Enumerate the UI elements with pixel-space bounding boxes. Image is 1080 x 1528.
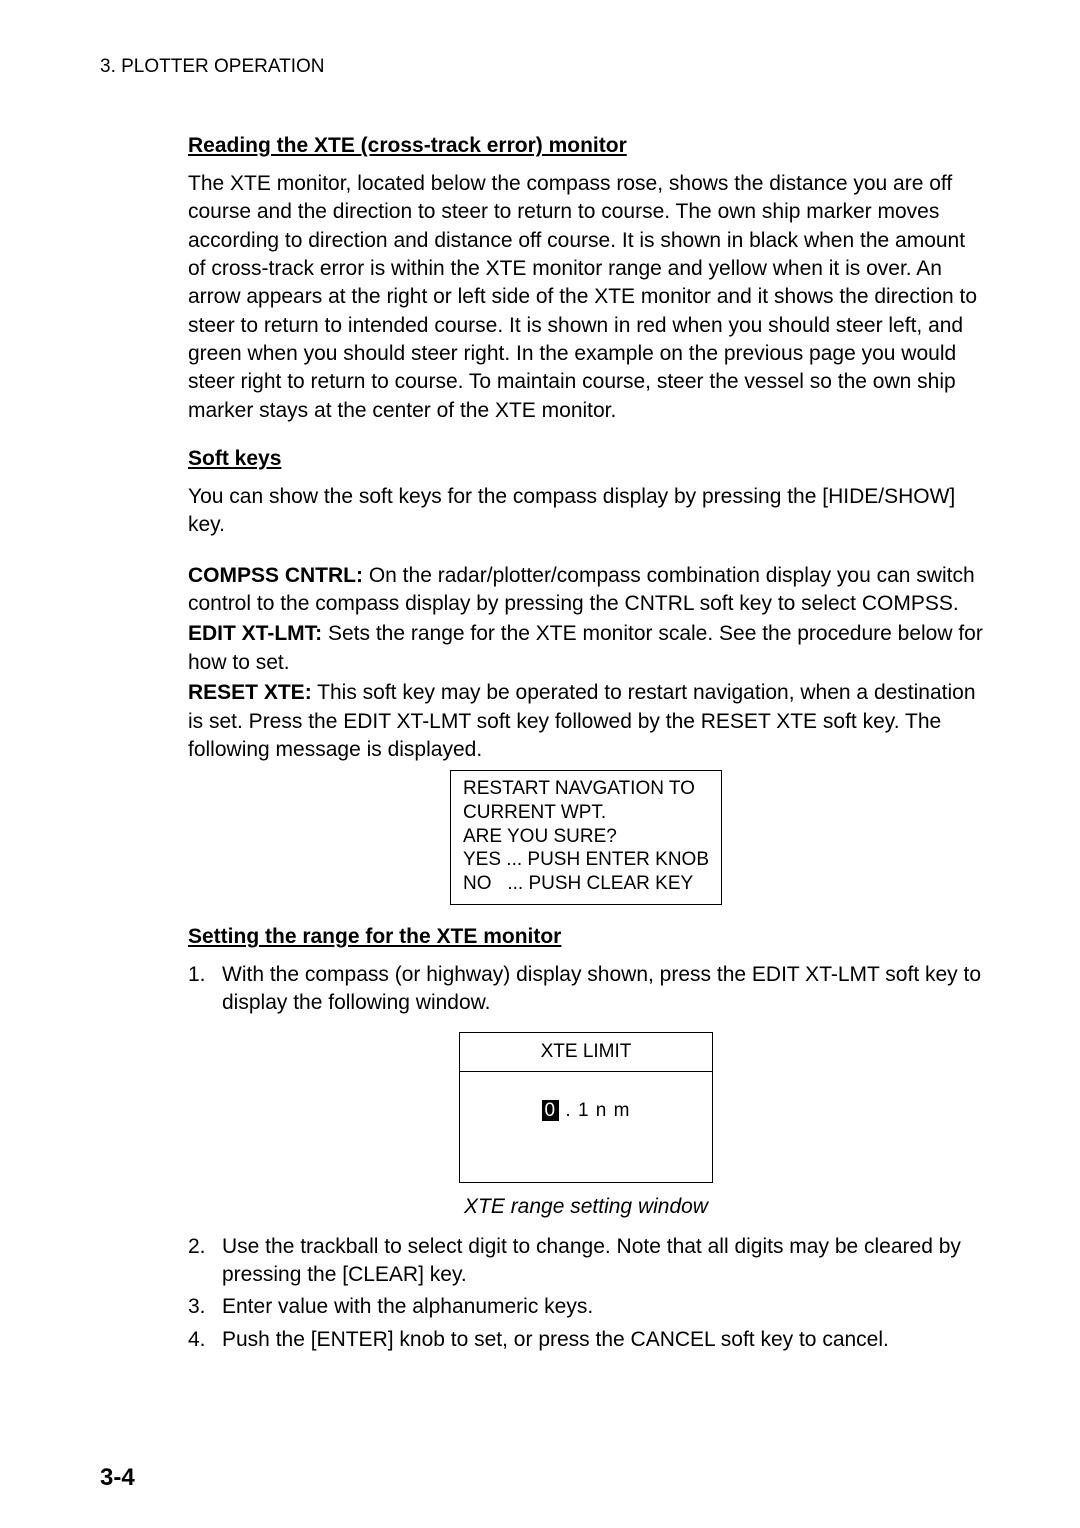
xte-limit-window: XTE LIMIT 0 . 1 n m [459, 1032, 713, 1183]
xte-limit-value[interactable]: 0 . 1 n m [542, 1100, 631, 1122]
step-3: 3. Enter value with the alphanumeric key… [188, 1293, 984, 1321]
xte-window-caption: XTE range setting window [188, 1195, 984, 1219]
step-text: With the compass (or highway) display sh… [222, 961, 984, 1018]
xte-selected-digit[interactable]: 0 [542, 1100, 560, 1121]
def-compss-cntrl: COMPSS CNTRL: On the radar/plotter/compa… [188, 562, 984, 619]
step-text: Push the [ENTER] knob to set, or press t… [222, 1326, 984, 1354]
page-number: 3-4 [100, 1464, 135, 1492]
xte-limit-title: XTE LIMIT [460, 1033, 712, 1072]
step-number: 4. [188, 1326, 222, 1354]
step-number: 1. [188, 961, 222, 1018]
para-xte-monitor: The XTE monitor, located below the compa… [188, 170, 984, 425]
def-edit-xt-lmt: EDIT XT-LMT: Sets the range for the XTE … [188, 620, 984, 677]
step-text: Use the trackball to select digit to cha… [222, 1233, 984, 1290]
def-compss-label: COMPSS CNTRL: [188, 564, 363, 587]
def-editxt-label: EDIT XT-LMT: [188, 622, 322, 645]
restart-nav-message-box: RESTART NAVGATION TO CURRENT WPT. ARE YO… [450, 770, 722, 905]
page-header: 3. PLOTTER OPERATION [100, 56, 990, 78]
heading-setting-range: Setting the range for the XTE monitor [188, 925, 984, 949]
para-soft-keys-intro: You can show the soft keys for the compa… [188, 483, 984, 540]
step-4: 4. Push the [ENTER] knob to set, or pres… [188, 1326, 984, 1354]
step-2: 2. Use the trackball to select digit to … [188, 1233, 984, 1290]
def-reset-xte: RESET XTE: This soft key may be operated… [188, 679, 984, 764]
step-number: 3. [188, 1293, 222, 1321]
step-text: Enter value with the alphanumeric keys. [222, 1293, 984, 1321]
heading-xte-monitor: Reading the XTE (cross-track error) moni… [188, 134, 984, 158]
xte-rest-digits: . 1 n m [559, 1100, 630, 1121]
def-reset-label: RESET XTE: [188, 681, 312, 704]
step-1: 1. With the compass (or highway) display… [188, 961, 984, 1018]
step-number: 2. [188, 1233, 222, 1290]
heading-soft-keys: Soft keys [188, 447, 984, 471]
